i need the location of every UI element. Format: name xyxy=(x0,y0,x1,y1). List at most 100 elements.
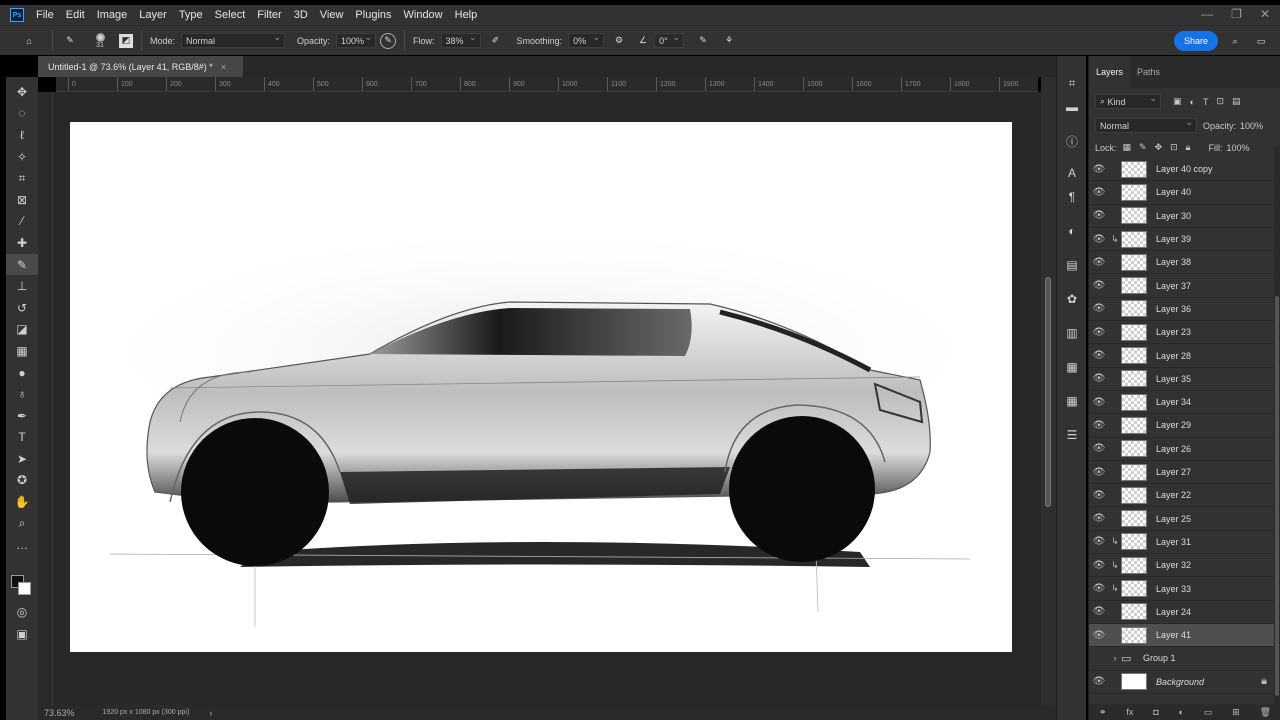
gradient-tool-icon[interactable]: ▦ xyxy=(6,340,38,362)
layer-name[interactable]: Layer 39 xyxy=(1156,234,1191,244)
paragraph-icon[interactable]: ¶ xyxy=(1063,188,1081,206)
new-adjustment-icon[interactable]: ◐ xyxy=(1179,707,1184,717)
layer-name[interactable]: Layer 28 xyxy=(1156,351,1191,361)
filter-smartobject-icon[interactable]: ▤ xyxy=(1232,96,1241,107)
add-mask-icon[interactable]: ◘ xyxy=(1153,707,1158,717)
menu-plugins[interactable]: Plugins xyxy=(349,9,397,21)
restore-icon[interactable]: ❐ xyxy=(1231,7,1242,21)
tab-layers[interactable]: Layers xyxy=(1089,56,1131,88)
swatches-icon[interactable]: ▦ xyxy=(1063,392,1081,410)
eyedropper-tool-icon[interactable]: ⁄ xyxy=(6,211,38,233)
color-icon[interactable]: ✿ xyxy=(1063,290,1081,308)
shape-tool-icon[interactable]: ✪ xyxy=(6,470,38,492)
hand-tool-icon[interactable]: ✋ xyxy=(6,491,38,513)
layer-name[interactable]: Layer 26 xyxy=(1156,444,1191,454)
lock-artboard-icon[interactable]: ⊡ xyxy=(1170,142,1178,153)
layer-name[interactable]: Layer 34 xyxy=(1156,397,1191,407)
status-expand-icon[interactable]: › xyxy=(209,708,212,718)
layer-row[interactable]: 👁︎ Layer 34 xyxy=(1089,391,1275,415)
delete-layer-icon[interactable]: 🗑︎ xyxy=(1260,707,1271,718)
menu-edit[interactable]: Edit xyxy=(60,9,91,21)
move-tool-icon[interactable]: ✥ xyxy=(6,81,38,103)
minimize-icon[interactable]: — xyxy=(1201,7,1213,21)
pen-tool-icon[interactable]: ✒ xyxy=(6,405,38,427)
search-icon[interactable]: ⌕ xyxy=(1226,32,1244,50)
visibility-eye-icon[interactable]: 👁︎ xyxy=(1089,397,1109,408)
link-layers-icon[interactable]: ⚭ xyxy=(1099,707,1107,718)
magic-wand-tool-icon[interactable]: ✧ xyxy=(6,146,38,168)
visibility-eye-icon[interactable]: 👁︎ xyxy=(1089,536,1109,547)
pressure-opacity-icon[interactable]: ✎ xyxy=(380,32,397,49)
layer-row[interactable]: 👁︎ Layer 26 xyxy=(1089,438,1275,461)
background-color-swatch[interactable] xyxy=(18,582,31,595)
libraries-icon[interactable]: ▤ xyxy=(1063,256,1081,274)
visibility-eye-icon[interactable]: 👁︎ xyxy=(1089,606,1109,617)
layer-row[interactable]: 👁︎ Layer 41 xyxy=(1089,624,1275,648)
visibility-eye-icon[interactable]: 👁︎ xyxy=(1089,257,1109,268)
info-icon[interactable]: ⓘ xyxy=(1063,132,1081,150)
layers-scrollbar[interactable] xyxy=(1274,146,1280,706)
background-layer-name[interactable]: Background xyxy=(1156,677,1204,687)
pressure-size-icon[interactable]: ✎ xyxy=(694,32,712,50)
visibility-eye-icon[interactable]: 👁︎ xyxy=(1089,583,1109,594)
document-canvas[interactable] xyxy=(70,122,1012,652)
brush-tool-preset-icon[interactable]: ✎ xyxy=(61,32,79,50)
lock-transparent-icon[interactable]: ▦ xyxy=(1123,142,1132,153)
quick-mask-icon[interactable]: ◎ xyxy=(6,601,38,623)
close-window-icon[interactable]: ✕ xyxy=(1260,7,1270,21)
layer-name[interactable]: Layer 37 xyxy=(1156,281,1191,291)
layer-name[interactable]: Layer 35 xyxy=(1156,374,1191,384)
visibility-eye-icon[interactable]: 👁︎ xyxy=(1089,373,1109,384)
path-selection-tool-icon[interactable]: ➤ xyxy=(6,448,38,470)
layer-row[interactable]: 👁︎ ↳ Layer 31 xyxy=(1089,531,1275,555)
layer-row[interactable]: 👁︎ Layer 23 xyxy=(1089,321,1275,345)
visibility-eye-icon[interactable]: 👁︎ xyxy=(1089,443,1109,454)
layer-row[interactable]: 👁︎ Layer 30 xyxy=(1089,205,1275,228)
layer-row[interactable]: 👁︎ ↳ Layer 39 xyxy=(1089,228,1275,252)
layer-name[interactable]: Layer 32 xyxy=(1156,560,1191,570)
crop-tool-icon[interactable]: ⌗ xyxy=(6,167,38,189)
menu-filter[interactable]: Filter xyxy=(251,9,287,21)
visibility-eye-icon[interactable]: 👁︎ xyxy=(1089,303,1109,314)
layer-row[interactable]: 👁︎ Layer 25 xyxy=(1089,508,1275,531)
expand-group-chevron-icon[interactable]: › xyxy=(1109,653,1121,663)
visibility-eye-icon[interactable]: 👁︎ xyxy=(1089,467,1109,478)
menu-type[interactable]: Type xyxy=(173,9,209,21)
layer-name[interactable]: Layer 29 xyxy=(1156,420,1191,430)
fill-value[interactable]: 100% xyxy=(1226,143,1249,153)
layer-row[interactable]: 👁︎ Layer 40 xyxy=(1089,181,1275,205)
patterns-icon[interactable]: ▦ xyxy=(1063,358,1081,376)
healing-brush-tool-icon[interactable]: ✚ xyxy=(6,232,38,254)
opacity-field[interactable]: 100% xyxy=(336,32,377,48)
layer-name[interactable]: Layer 36 xyxy=(1156,304,1191,314)
character-icon[interactable]: A xyxy=(1063,164,1081,182)
filter-shape-icon[interactable]: ⊡ xyxy=(1216,96,1224,107)
visibility-eye-icon[interactable]: 👁︎ xyxy=(1089,280,1109,291)
blend-mode-dropdown[interactable]: Normal xyxy=(1095,117,1197,133)
adjustments-icon[interactable]: ◐ xyxy=(1063,222,1081,240)
home-icon[interactable]: ⌂ xyxy=(20,32,38,50)
lock-position-icon[interactable]: ✥ xyxy=(1155,142,1163,153)
menu-image[interactable]: Image xyxy=(91,9,134,21)
filter-type-icon[interactable]: T xyxy=(1203,97,1209,107)
visibility-eye-icon[interactable]: 👁︎ xyxy=(1089,513,1109,524)
visibility-eye-icon[interactable]: 👁︎ xyxy=(1089,210,1109,221)
history-brush-tool-icon[interactable]: ↺ xyxy=(6,297,38,319)
layer-row[interactable]: 👁︎ Layer 24 xyxy=(1089,601,1275,624)
canvas-vertical-scrollbar[interactable] xyxy=(1041,77,1056,705)
layer-row[interactable]: 👁︎ Layer 27 xyxy=(1089,461,1275,485)
properties-icon[interactable]: ☰ xyxy=(1063,426,1081,444)
visibility-eye-icon[interactable]: 👁︎ xyxy=(1089,234,1109,245)
smoothing-field[interactable]: 0% xyxy=(568,32,605,48)
layer-name[interactable]: Layer 23 xyxy=(1156,327,1191,337)
background-layer-row[interactable]: 👁︎ Background 🔒︎ xyxy=(1089,671,1275,694)
gradients-icon[interactable]: ▥ xyxy=(1063,324,1081,342)
layer-row[interactable]: 👁︎ Layer 35 xyxy=(1089,368,1275,391)
layer-row[interactable]: 👁︎ Layer 38 xyxy=(1089,251,1275,275)
menu-help[interactable]: Help xyxy=(449,9,484,21)
new-group-icon[interactable]: ▭ xyxy=(1204,707,1213,718)
close-tab-icon[interactable]: × xyxy=(221,62,226,72)
visibility-eye-icon[interactable]: 👁︎ xyxy=(1089,420,1109,431)
brush-size-picker[interactable]: 31 xyxy=(85,28,115,54)
menu-window[interactable]: Window xyxy=(398,9,449,21)
